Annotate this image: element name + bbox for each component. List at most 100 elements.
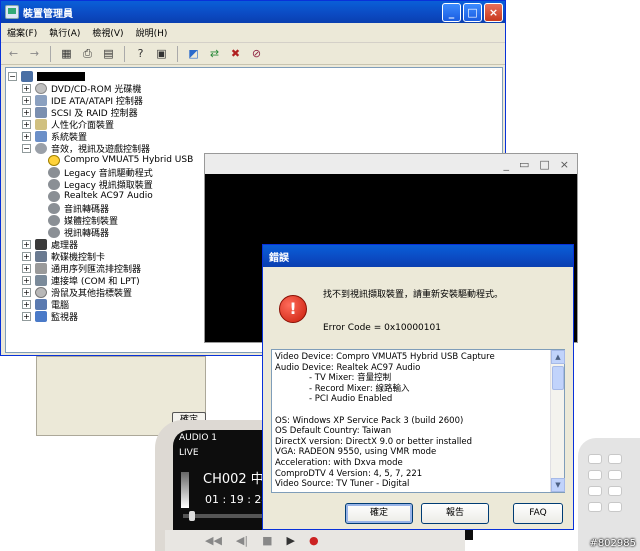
print-icon[interactable]: ⎙ bbox=[79, 46, 96, 62]
forward-arrow-icon[interactable]: → bbox=[26, 46, 43, 62]
back-arrow-icon[interactable]: ← bbox=[5, 46, 22, 62]
cdrom-icon bbox=[35, 82, 47, 94]
tree-category[interactable]: + 連接埠 (COM 和 LPT) bbox=[22, 274, 140, 287]
expand-icon[interactable]: + bbox=[22, 131, 31, 141]
tree-category-label: 音效，視訊及遊戲控制器 bbox=[51, 144, 151, 155]
expand-icon[interactable]: + bbox=[22, 263, 31, 273]
menu-view[interactable]: 檢視(V) bbox=[92, 26, 123, 39]
expand-icon[interactable]: + bbox=[22, 239, 31, 249]
info-line: DirectX version: DirectX 9.0 or better i… bbox=[275, 436, 473, 447]
tree-root[interactable]: − bbox=[8, 70, 85, 82]
update-driver-icon[interactable]: ⇄ bbox=[206, 46, 223, 62]
collapse-icon[interactable]: − bbox=[22, 143, 31, 153]
toolbar-separator bbox=[177, 45, 178, 62]
tree-device[interactable]: 視訊轉碼器 bbox=[48, 226, 109, 239]
faq-button[interactable]: FAQ bbox=[513, 503, 563, 524]
record-icon[interactable]: ● bbox=[309, 534, 319, 547]
expand-icon[interactable]: + bbox=[22, 311, 31, 321]
info-line bbox=[275, 405, 547, 416]
close-button[interactable]: × bbox=[484, 2, 503, 22]
keypad-button[interactable] bbox=[608, 502, 622, 512]
prev-icon[interactable]: ◀| bbox=[236, 534, 248, 547]
seek-thumb[interactable] bbox=[189, 511, 195, 521]
restore-icon[interactable]: ▭ bbox=[519, 158, 529, 171]
expand-icon[interactable]: + bbox=[22, 287, 31, 297]
play-icon[interactable]: ▶ bbox=[287, 534, 295, 547]
volume-level-icon[interactable] bbox=[181, 472, 189, 508]
seek-bar[interactable] bbox=[183, 511, 263, 521]
info-scrollbar[interactable]: ▲ ▼ bbox=[550, 350, 565, 492]
keypad-button[interactable] bbox=[588, 470, 602, 480]
expand-icon[interactable]: + bbox=[22, 251, 31, 261]
scroll-up-icon[interactable]: ▲ bbox=[551, 350, 565, 364]
tree-category-label: 監視器 bbox=[51, 312, 79, 323]
error-dialog-titlebar[interactable]: 錯誤 bbox=[263, 245, 573, 267]
audio-device-icon bbox=[48, 202, 60, 214]
tree-category[interactable]: + 人性化介面裝置 bbox=[22, 118, 114, 131]
keypad-button[interactable] bbox=[588, 502, 602, 512]
keypad-button[interactable] bbox=[608, 470, 622, 480]
maximize-icon[interactable]: □ bbox=[539, 158, 549, 171]
tree-device[interactable]: Legacy 音訊驅動程式 bbox=[48, 166, 153, 179]
system-info-box[interactable]: Video Device: Compro VMUAT5 Hybrid USB C… bbox=[271, 349, 565, 493]
menu-file[interactable]: 檔案(F) bbox=[7, 26, 37, 39]
tree-category[interactable]: + 滑鼠及其他指標裝置 bbox=[22, 286, 132, 299]
tree-category[interactable]: + IDE ATA/ATAPI 控制器 bbox=[22, 94, 143, 107]
tree-category[interactable]: + 系統裝置 bbox=[22, 130, 87, 143]
menu-action[interactable]: 執行(A) bbox=[49, 26, 80, 39]
collapse-icon[interactable]: − bbox=[8, 71, 17, 81]
expand-icon[interactable]: + bbox=[22, 95, 31, 105]
audio-device-icon bbox=[48, 178, 60, 190]
properties-icon[interactable]: ▣ bbox=[153, 46, 170, 62]
error-dialog-title: 錯誤 bbox=[269, 252, 289, 264]
stop-icon[interactable]: ■ bbox=[262, 534, 272, 547]
expand-icon[interactable]: + bbox=[22, 119, 31, 129]
expand-icon[interactable]: + bbox=[22, 299, 31, 309]
maximize-button[interactable]: □ bbox=[463, 2, 482, 22]
uninstall-icon[interactable]: ✖ bbox=[227, 46, 244, 62]
rewind-icon[interactable]: ◀◀ bbox=[205, 534, 222, 547]
keypad-button[interactable] bbox=[608, 486, 622, 496]
error-message: 找不到視訊擷取裝置，請重新安裝驅動程式。 bbox=[323, 290, 504, 300]
tree-device[interactable]: 音訊轉碼器 bbox=[48, 202, 109, 215]
keypad-button[interactable] bbox=[608, 454, 622, 464]
video-titlebar[interactable]: _ ▭ □ × bbox=[205, 154, 577, 174]
minimize-icon[interactable]: _ bbox=[503, 158, 509, 171]
menu-help[interactable]: 說明(H) bbox=[136, 26, 168, 39]
expand-icon[interactable]: + bbox=[22, 107, 31, 117]
tree-category[interactable]: + DVD/CD-ROM 光碟機 bbox=[22, 82, 141, 95]
monitor-icon bbox=[35, 310, 47, 322]
scan-hardware-icon[interactable]: ◩ bbox=[185, 46, 202, 62]
keypad-button[interactable] bbox=[588, 486, 602, 496]
report-button[interactable]: 報告 bbox=[421, 503, 489, 524]
properties-view-icon[interactable]: ▦ bbox=[58, 46, 75, 62]
disable-device-icon[interactable]: ⊘ bbox=[248, 46, 265, 62]
info-line: VGA: RADEON 9550, using VMR mode bbox=[275, 447, 437, 458]
tree-device[interactable]: Compro VMUAT5 Hybrid USB bbox=[48, 154, 193, 166]
tree-category[interactable]: + 電腦 bbox=[22, 298, 69, 311]
tree-category[interactable]: + 通用序列匯流排控制器 bbox=[22, 262, 141, 275]
tree-category-expanded[interactable]: − 音效，視訊及遊戲控制器 bbox=[22, 142, 151, 155]
tree-category[interactable]: + 軟碟機控制卡 bbox=[22, 250, 105, 263]
help-icon[interactable]: ? bbox=[132, 46, 149, 62]
keypad-button[interactable] bbox=[588, 454, 602, 464]
tree-device[interactable]: 媒體控制裝置 bbox=[48, 214, 118, 227]
scroll-thumb[interactable] bbox=[552, 366, 564, 390]
tree-category[interactable]: + 處理器 bbox=[22, 238, 78, 251]
audio-label: AUDIO 1 bbox=[179, 433, 217, 443]
watermark: #802985 bbox=[589, 538, 636, 549]
tree-category[interactable]: + 監視器 bbox=[22, 310, 79, 323]
minimize-button[interactable]: _ bbox=[442, 2, 461, 22]
tree-device[interactable]: Legacy 視訊擷取裝置 bbox=[48, 178, 153, 191]
console-tree-icon[interactable]: ▤ bbox=[100, 46, 117, 62]
port-icon bbox=[35, 274, 47, 286]
expand-icon[interactable]: + bbox=[22, 275, 31, 285]
scroll-down-icon[interactable]: ▼ bbox=[551, 478, 565, 492]
expand-icon[interactable]: + bbox=[22, 83, 31, 93]
tree-device[interactable]: Realtek AC97 Audio bbox=[48, 190, 153, 202]
info-line: ComproDTV 4 Version: 4, 5, 7, 221 bbox=[275, 468, 423, 479]
tree-category[interactable]: + SCSI 及 RAID 控制器 bbox=[22, 106, 138, 119]
close-icon[interactable]: × bbox=[560, 158, 569, 171]
ok-button[interactable]: 確定 bbox=[345, 503, 413, 524]
device-manager-titlebar[interactable]: 裝置管理員 _ □ × bbox=[1, 1, 505, 23]
